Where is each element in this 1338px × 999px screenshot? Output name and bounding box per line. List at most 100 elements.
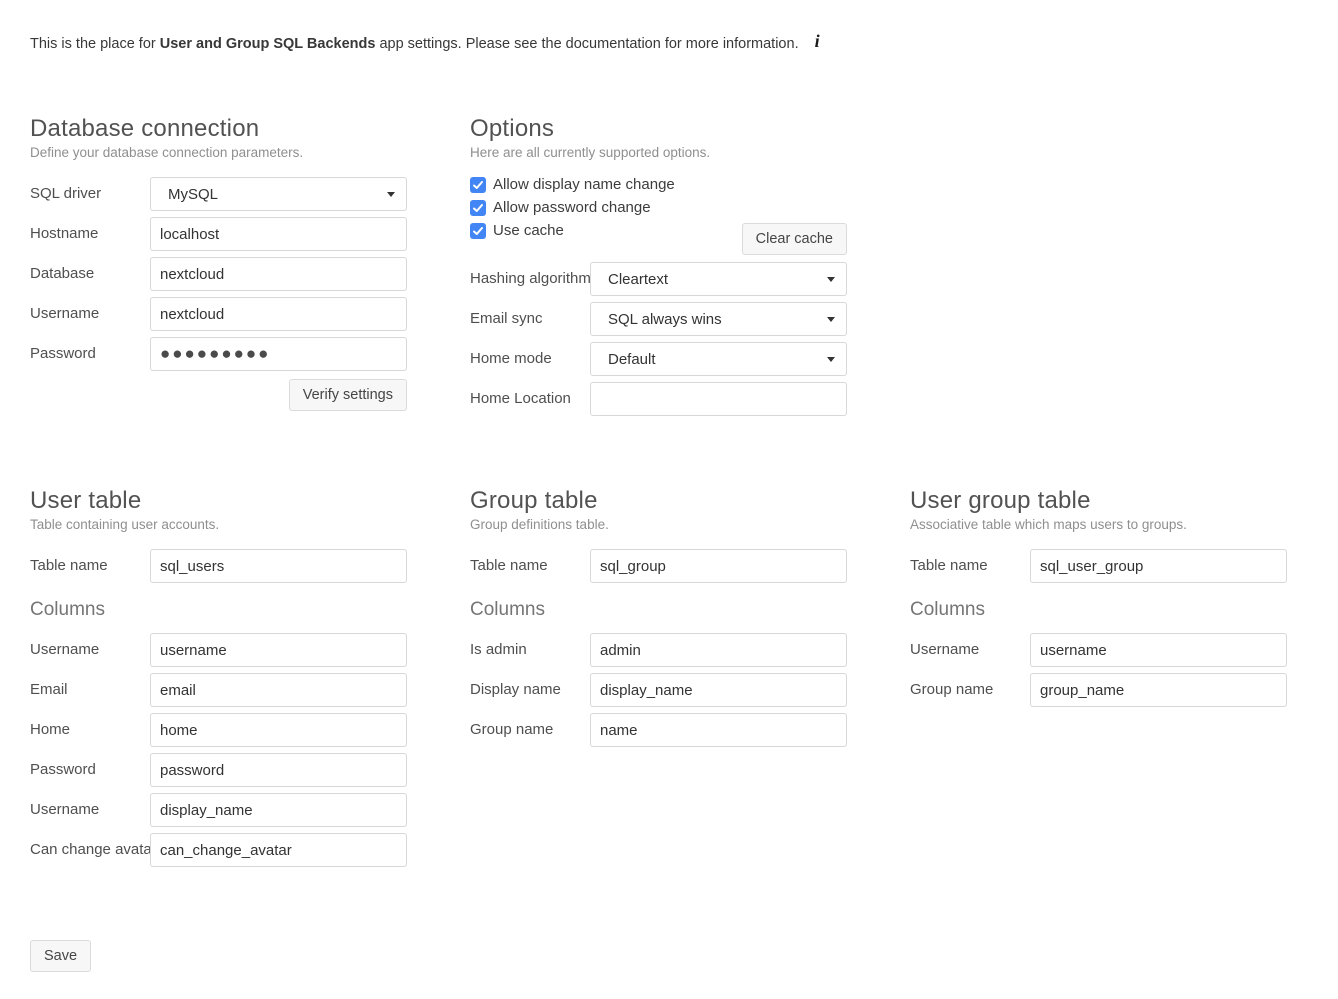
section-user-group-table: User group table Associative table which… <box>910 486 1287 713</box>
table-sections: User table Table containing user account… <box>30 486 1338 873</box>
save-row: Save <box>30 940 1338 972</box>
user-col-email-row: Email <box>30 673 407 707</box>
verify-settings-row: Verify settings <box>150 379 407 411</box>
col-label: Group name <box>910 673 1030 707</box>
sql-driver-select[interactable]: MySQL <box>150 177 407 211</box>
col-label: Password <box>30 753 150 787</box>
col-label: Email <box>30 673 150 707</box>
clear-cache-button[interactable]: Clear cache <box>742 223 847 255</box>
table-name-label: Table name <box>470 549 590 583</box>
group-col-name-input[interactable] <box>590 713 847 747</box>
intro-prefix: This is the place for <box>30 36 160 52</box>
use-cache-label[interactable]: Use cache <box>493 223 564 239</box>
allow-display-name-change-label[interactable]: Allow display name change <box>493 177 675 193</box>
section-subtitle: Table containing user accounts. <box>30 516 407 534</box>
columns-heading: Columns <box>470 598 847 622</box>
col-label: Username <box>30 793 150 827</box>
table-name-label: Table name <box>30 549 150 583</box>
user-table-name-row: Table name <box>30 549 407 583</box>
sql-driver-label: SQL driver <box>30 177 150 211</box>
group-table-name-row: Table name <box>470 549 847 583</box>
section-user-table: User table Table containing user account… <box>30 486 407 873</box>
col-label: Can change avatar <box>30 833 150 867</box>
db-username-row: Username <box>30 297 407 331</box>
user-col-password-input[interactable] <box>150 753 407 787</box>
group-col-display-name-input[interactable] <box>590 673 847 707</box>
user-col-username-row: Username <box>30 633 407 667</box>
user-col-avatar-row: Can change avatar <box>30 833 407 867</box>
save-button[interactable]: Save <box>30 940 91 972</box>
columns-heading: Columns <box>910 598 1287 622</box>
allow-password-change-label[interactable]: Allow password change <box>493 200 651 216</box>
usergroup-col-group-name-row: Group name <box>910 673 1287 707</box>
user-col-home-row: Home <box>30 713 407 747</box>
sql-driver-row: SQL driver MySQL <box>30 177 407 211</box>
use-cache-row: Use cache Clear cache <box>470 223 847 255</box>
section-title: User table <box>30 486 407 516</box>
email-sync-select[interactable]: SQL always wins <box>590 302 847 336</box>
user-col-display-name-row: Username <box>30 793 407 827</box>
home-location-row: Home Location <box>470 382 847 416</box>
verify-settings-button[interactable]: Verify settings <box>289 379 407 411</box>
usergroup-col-group-name-input[interactable] <box>1030 673 1287 707</box>
table-name-label: Table name <box>910 549 1030 583</box>
section-subtitle: Group definitions table. <box>470 516 847 534</box>
user-col-home-input[interactable] <box>150 713 407 747</box>
hostname-input[interactable] <box>150 217 407 251</box>
hashing-algorithm-label: Hashing algorithm <box>470 262 590 296</box>
usergroup-col-username-input[interactable] <box>1030 633 1287 667</box>
section-options: Options Here are all currently supported… <box>470 114 847 422</box>
db-password-row: Password <box>30 337 407 371</box>
group-table-name-input[interactable] <box>590 549 847 583</box>
section-title: Options <box>470 114 847 144</box>
user-col-username-input[interactable] <box>150 633 407 667</box>
user-table-name-input[interactable] <box>150 549 407 583</box>
info-icon[interactable]: i <box>815 31 820 51</box>
group-col-admin-input[interactable] <box>590 633 847 667</box>
columns-heading: Columns <box>30 598 407 622</box>
user-col-email-input[interactable] <box>150 673 407 707</box>
hashing-algorithm-select[interactable]: Cleartext <box>590 262 847 296</box>
user-col-password-row: Password <box>30 753 407 787</box>
col-label: Username <box>910 633 1030 667</box>
user-group-table-name-input[interactable] <box>1030 549 1287 583</box>
email-sync-row: Email sync SQL always wins <box>470 302 847 336</box>
user-col-display-name-input[interactable] <box>150 793 407 827</box>
intro-text: This is the place for User and Group SQL… <box>30 32 1338 54</box>
group-col-display-name-row: Display name <box>470 673 847 707</box>
app-name: User and Group SQL Backends <box>160 36 376 52</box>
section-group-table: Group table Group definitions table. Tab… <box>470 486 847 753</box>
group-col-name-row: Group name <box>470 713 847 747</box>
home-mode-select[interactable]: Default <box>590 342 847 376</box>
hostname-label: Hostname <box>30 217 150 251</box>
section-database-connection: Database connection Define your database… <box>30 114 407 411</box>
home-location-label: Home Location <box>470 382 590 416</box>
hashing-algorithm-row: Hashing algorithm Cleartext <box>470 262 847 296</box>
col-label: Is admin <box>470 633 590 667</box>
section-subtitle: Here are all currently supported options… <box>470 144 847 162</box>
database-input[interactable] <box>150 257 407 291</box>
db-password-input[interactable] <box>150 337 407 371</box>
database-row: Database <box>30 257 407 291</box>
database-label: Database <box>30 257 150 291</box>
section-title: Group table <box>470 486 847 516</box>
home-mode-label: Home mode <box>470 342 590 376</box>
home-location-input[interactable] <box>590 382 847 416</box>
col-label: Group name <box>470 713 590 747</box>
user-col-avatar-input[interactable] <box>150 833 407 867</box>
allow-display-name-change-row: Allow display name change <box>470 177 847 193</box>
db-username-label: Username <box>30 297 150 331</box>
col-label: Home <box>30 713 150 747</box>
intro-suffix: app settings. Please see the documentati… <box>375 36 798 52</box>
section-title: Database connection <box>30 114 407 144</box>
hostname-row: Hostname <box>30 217 407 251</box>
email-sync-label: Email sync <box>470 302 590 336</box>
db-password-label: Password <box>30 337 150 371</box>
group-col-admin-row: Is admin <box>470 633 847 667</box>
allow-display-name-change-checkbox[interactable] <box>470 177 486 193</box>
col-label: Username <box>30 633 150 667</box>
col-label: Display name <box>470 673 590 707</box>
use-cache-checkbox[interactable] <box>470 223 486 239</box>
allow-password-change-checkbox[interactable] <box>470 200 486 216</box>
db-username-input[interactable] <box>150 297 407 331</box>
